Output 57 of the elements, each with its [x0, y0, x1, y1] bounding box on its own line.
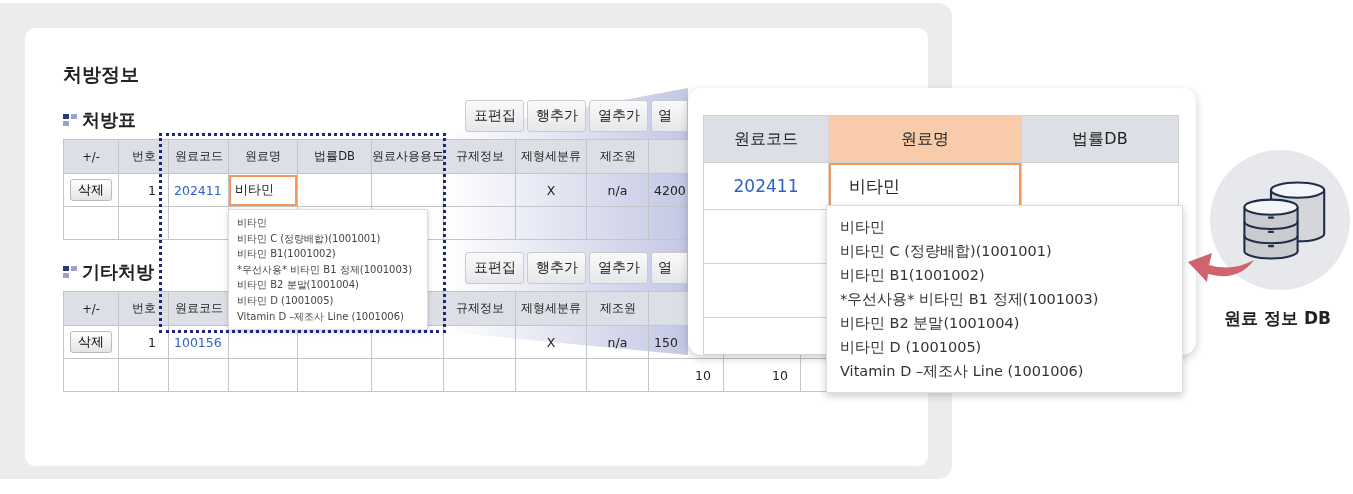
suggestion-item[interactable]: 비타민 — [840, 215, 1169, 239]
column-header: 제형세분류 — [515, 139, 587, 174]
section-title: 처방표 — [82, 108, 136, 132]
suggestion-item[interactable]: 비타민 D (1001005) — [840, 335, 1169, 359]
column-header: 제조원 — [586, 139, 649, 174]
column-header: 번호 — [118, 139, 169, 174]
toolbar-button[interactable]: 열 — [651, 100, 687, 132]
column-header: 원료사용용도 — [371, 139, 444, 174]
toolbar-button[interactable]: 열추가 — [589, 252, 648, 284]
toolbar-button[interactable]: 행추가 — [527, 252, 586, 284]
input-field[interactable]: 비타민 — [229, 174, 297, 206]
delete-button[interactable]: 삭제 — [70, 331, 112, 353]
column-header: 번호 — [118, 291, 169, 326]
table-cell: 1 — [118, 173, 169, 207]
table-cell: n/a — [586, 325, 649, 359]
table-cell: X — [515, 173, 587, 207]
toolbar-button[interactable]: 행추가 — [527, 100, 586, 132]
toolbar-button[interactable]: 표편집 — [465, 100, 524, 132]
section-title: 기타처방 — [82, 260, 154, 284]
column-header: 원료명 — [228, 139, 298, 174]
suggestion-item[interactable]: 비타민 C (정량배합)(1001001) — [237, 230, 419, 247]
column-header: 규제정보 — [443, 139, 516, 174]
database-label: 원료 정보 DB — [1223, 307, 1332, 330]
suggestion-item[interactable]: 비타민 B2 분말(1001004) — [840, 311, 1169, 335]
suggestion-item[interactable]: Vitamin D –제조사 Line (1001006) — [237, 308, 419, 325]
column-header: 제조원 — [586, 291, 649, 326]
section-icon — [63, 266, 77, 278]
column-header: +/- — [63, 139, 119, 174]
table-cell: n/a — [586, 173, 649, 207]
column-header: 법률DB — [297, 139, 372, 174]
table-cell: X — [515, 325, 587, 359]
suggestion-item[interactable]: 비타민 B2 분말(1001004) — [237, 277, 419, 293]
table-cell: 1 — [118, 325, 169, 359]
table-cell: 10 — [648, 358, 724, 392]
column-header: 원료코드 — [168, 139, 229, 174]
suggestion-item[interactable]: 비타민 B1(1001002) — [840, 263, 1169, 287]
column-header: 원료코드 — [703, 115, 829, 163]
column-header: 원료코드 — [168, 291, 229, 326]
suggestion-item[interactable]: 비타민 C (정량배합)(1001001) — [840, 239, 1169, 263]
suggestion-item[interactable]: *우선사용* 비타민 B1 정제(1001003) — [237, 261, 419, 278]
delete-button[interactable]: 삭제 — [70, 179, 112, 201]
column-header: 제형세분류 — [515, 291, 587, 326]
suggestion-item[interactable]: 비타민 B1(1001002) — [237, 246, 419, 262]
column-header: 규제정보 — [443, 291, 516, 326]
table-cell: 10 — [723, 358, 801, 392]
suggestion-item[interactable]: 비타민 D (1001005) — [237, 292, 419, 309]
toolbar-button[interactable]: 열 — [651, 252, 687, 284]
column-header: 법률DB — [1021, 115, 1179, 163]
suggestion-item[interactable]: 비타민 — [237, 215, 419, 231]
page-title: 처방정보 — [63, 62, 140, 87]
suggestion-item[interactable]: Vitamin D –제조사 Line (1001006) — [840, 359, 1169, 383]
suggestion-item[interactable]: *우선사용* 비타민 B1 정제(1001003) — [840, 287, 1169, 311]
toolbar-button[interactable]: 표편집 — [465, 252, 524, 284]
toolbar-button[interactable]: 열추가 — [589, 100, 648, 132]
section-icon — [63, 114, 77, 126]
column-header: 원료명 — [828, 115, 1022, 163]
column-header: +/- — [63, 291, 119, 326]
